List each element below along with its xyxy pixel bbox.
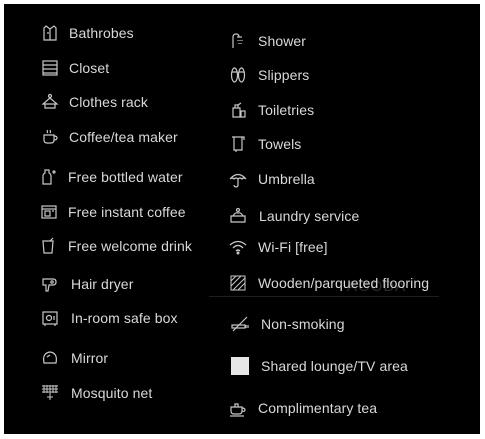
amenity-free-welcome-drink: Free welcome drink	[39, 235, 192, 257]
amenity-shared-lounge: Shared lounge/TV area	[230, 355, 408, 377]
amenity-label: Free welcome drink	[68, 238, 192, 254]
amenity-wooden-flooring: Wooden/parqueted flooring	[228, 272, 429, 294]
amenity-label: Slippers	[258, 67, 310, 83]
towel-icon	[228, 134, 248, 154]
closet-icon	[40, 58, 60, 78]
amenity-toiletries: Toiletries	[228, 99, 314, 121]
slippers-icon	[228, 65, 248, 85]
amenity-clothes-rack: Clothes rack	[40, 91, 148, 113]
wifi-icon	[228, 237, 248, 257]
laundry-icon	[228, 206, 248, 226]
umbrella-icon	[228, 169, 248, 189]
amenity-label: Towels	[258, 136, 302, 152]
amenity-label: Free bottled water	[68, 169, 183, 185]
amenity-free-bottled-water: Free bottled water	[39, 166, 183, 188]
coffee-machine-icon	[39, 202, 59, 222]
amenity-label: Clothes rack	[69, 94, 149, 110]
amenity-umbrella: Umbrella	[228, 168, 315, 190]
bathrobe-icon	[40, 23, 60, 43]
amenity-label: Closet	[69, 60, 110, 76]
amenity-shower: Shower	[228, 30, 306, 52]
amenity-closet: Closet	[40, 57, 109, 79]
teacup-icon	[228, 398, 248, 418]
mirror-icon	[40, 348, 60, 368]
amenity-label: Hair dryer	[71, 276, 134, 292]
amenity-label: Shared lounge/TV area	[261, 358, 408, 374]
mosquito-net-icon	[40, 383, 60, 403]
amenity-label: Complimentary tea	[258, 400, 378, 416]
amenity-label: Mosquito net	[71, 385, 153, 401]
amenity-label: Laundry service	[259, 208, 360, 224]
hair-dryer-icon	[40, 274, 60, 294]
toiletries-icon	[228, 100, 248, 120]
amenity-mosquito-net: Mosquito net	[40, 382, 152, 404]
amenity-label: Non-smoking	[261, 316, 345, 332]
amenity-label: Wooden/parqueted flooring	[258, 275, 430, 291]
amenity-non-smoking: Non-smoking	[230, 313, 345, 335]
divider	[209, 296, 439, 297]
amenity-wifi: Wi-Fi [free]	[228, 236, 328, 258]
glass-icon	[39, 236, 59, 256]
amenity-laundry-service: Laundry service	[228, 205, 359, 227]
amenity-label: Toiletries	[258, 102, 315, 118]
flooring-icon	[228, 273, 248, 293]
amenity-hair-dryer: Hair dryer	[40, 273, 133, 295]
amenity-towels: Towels	[228, 133, 301, 155]
amenities-panel: Bathrobes Closet Clothes rack Coffee/tea…	[4, 4, 480, 434]
amenity-coffee-tea-maker: Coffee/tea maker	[40, 126, 178, 148]
amenity-mirror: Mirror	[40, 347, 108, 369]
shower-icon	[228, 31, 248, 51]
amenity-bathrobes: Bathrobes	[40, 22, 134, 44]
water-bottle-icon	[39, 167, 59, 187]
amenity-label: Bathrobes	[69, 25, 134, 41]
amenity-complimentary-tea: Complimentary tea	[228, 397, 377, 419]
amenity-label: Mirror	[71, 350, 109, 366]
safe-icon	[40, 308, 60, 328]
lounge-swatch-icon	[230, 356, 250, 376]
amenity-free-instant-coffee: Free instant coffee	[39, 201, 186, 223]
no-smoking-icon	[230, 314, 250, 334]
amenity-in-room-safe-box: In-room safe box	[40, 307, 178, 329]
amenity-label: Umbrella	[258, 171, 315, 187]
amenity-label: Coffee/tea maker	[69, 129, 178, 145]
amenity-slippers: Slippers	[228, 64, 309, 86]
amenity-label: Free instant coffee	[68, 204, 186, 220]
amenity-label: Shower	[258, 33, 307, 49]
amenity-label: In-room safe box	[71, 310, 178, 326]
coffee-cup-icon	[40, 127, 60, 147]
clothes-rack-icon	[40, 92, 60, 112]
amenity-label: Wi-Fi [free]	[258, 239, 328, 255]
